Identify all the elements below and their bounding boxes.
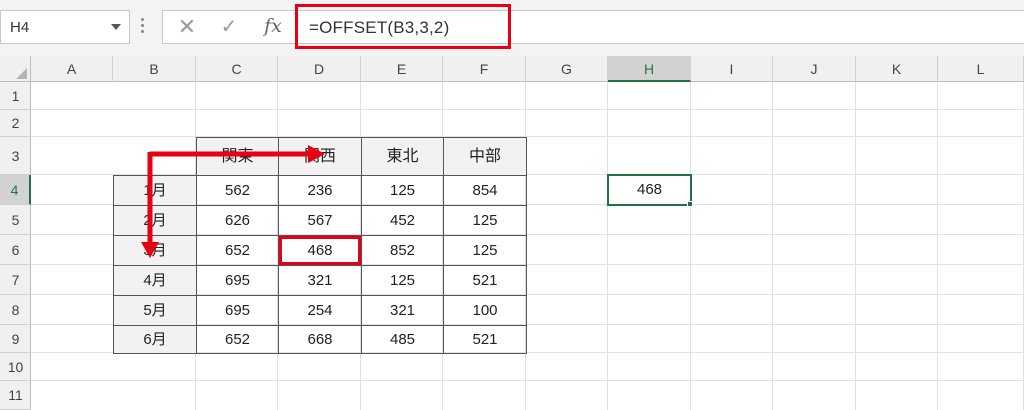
table-value-cell[interactable]: 125	[443, 235, 527, 266]
column-header-a[interactable]: A	[31, 56, 113, 82]
row-header-4[interactable]: 4	[0, 175, 31, 205]
column-header-f[interactable]: F	[443, 56, 526, 82]
column-header-d[interactable]: D	[278, 56, 361, 82]
month-label-cell[interactable]: 1月	[113, 175, 197, 206]
target-cell-highlight	[279, 236, 361, 265]
gridline-vertical	[607, 82, 608, 410]
month-label-cell[interactable]: 3月	[113, 235, 197, 266]
row-header-3[interactable]: 3	[0, 137, 31, 175]
table-value-cell[interactable]: 626	[196, 205, 279, 236]
fill-handle[interactable]	[687, 201, 693, 207]
column-header-i[interactable]: I	[691, 56, 773, 82]
column-header-b[interactable]: B	[113, 56, 196, 82]
table-header-cell[interactable]: 関東	[196, 137, 279, 176]
select-all-icon	[16, 68, 27, 79]
formula-input-area[interactable]	[162, 10, 1024, 44]
table-value-cell[interactable]: 236	[278, 175, 362, 206]
table-value-cell[interactable]: 321	[361, 295, 444, 326]
row-header-11[interactable]: 11	[0, 381, 31, 410]
table-value-cell[interactable]: 521	[443, 265, 527, 296]
month-label-cell[interactable]: 4月	[113, 265, 197, 296]
table-value-cell[interactable]: 452	[361, 205, 444, 236]
table-value-cell[interactable]: 125	[361, 265, 444, 296]
row-header-6[interactable]: 6	[0, 235, 31, 265]
column-header-k[interactable]: K	[856, 56, 938, 82]
table-value-cell[interactable]: 695	[196, 265, 279, 296]
gridline-vertical	[937, 82, 938, 410]
gridline-horizontal	[31, 380, 1024, 381]
table-value-cell[interactable]: 521	[443, 325, 527, 354]
row-header-9[interactable]: 9	[0, 325, 31, 353]
result-value: 468	[636, 181, 663, 198]
row-header-5[interactable]: 5	[0, 205, 31, 235]
row-header-7[interactable]: 7	[0, 265, 31, 295]
formula-bar: H4 ✕ ✓ fx =OFFSET(B3,3,2)	[0, 0, 1024, 56]
check-icon[interactable]: ✓	[218, 14, 240, 40]
table-value-cell[interactable]: 695	[196, 295, 279, 326]
table-value-cell[interactable]: 652	[196, 325, 279, 354]
close-icon[interactable]: ✕	[176, 14, 198, 40]
month-label-cell[interactable]: 5月	[113, 295, 197, 326]
more-options-icon[interactable]	[141, 18, 145, 36]
table-value-cell[interactable]: 254	[278, 295, 362, 326]
table-header-cell[interactable]: 中部	[443, 137, 527, 176]
select-all-button[interactable]	[0, 56, 31, 82]
column-header-j[interactable]: J	[773, 56, 856, 82]
active-cell-h4[interactable]: 468	[607, 174, 692, 206]
table-value-cell[interactable]: 485	[361, 325, 444, 354]
gridline-horizontal	[31, 109, 1024, 110]
table-header-cell[interactable]: 東北	[361, 137, 444, 176]
table-value-cell[interactable]: 562	[196, 175, 279, 206]
table-value-cell[interactable]: 100	[443, 295, 527, 326]
gridline-vertical	[855, 82, 856, 410]
table-value-cell[interactable]: 321	[278, 265, 362, 296]
table-value-cell[interactable]: 125	[443, 205, 527, 236]
column-header-h[interactable]: H	[608, 56, 691, 82]
table-header-cell[interactable]: 関西	[278, 137, 362, 176]
table-value-cell[interactable]: 852	[361, 235, 444, 266]
month-label-cell[interactable]: 2月	[113, 205, 197, 236]
gridline-horizontal	[31, 136, 1024, 137]
name-box[interactable]: H4	[0, 10, 130, 44]
name-box-value: H4	[10, 19, 30, 36]
gridline-vertical	[772, 82, 773, 410]
gridline-vertical	[690, 82, 691, 410]
month-label-cell[interactable]: 6月	[113, 325, 197, 354]
chevron-down-icon[interactable]	[111, 24, 121, 30]
table-value-cell[interactable]: 567	[278, 205, 362, 236]
row-header-10[interactable]: 10	[0, 353, 31, 381]
column-header-g[interactable]: G	[526, 56, 608, 82]
formula-highlight-box	[295, 4, 511, 49]
table-value-cell[interactable]: 652	[196, 235, 279, 266]
table-value-cell[interactable]: 668	[278, 325, 362, 354]
row-header-2[interactable]: 2	[0, 110, 31, 137]
row-header-1[interactable]: 1	[0, 82, 31, 110]
row-headers: 1 2 3 4 5 6 7 8 9 10 11	[0, 82, 31, 410]
table-value-cell[interactable]: 854	[443, 175, 527, 206]
insert-function-icon[interactable]: fx	[258, 12, 288, 40]
table-value-cell[interactable]: 125	[361, 175, 444, 206]
column-header-e[interactable]: E	[361, 56, 443, 82]
column-header-c[interactable]: C	[196, 56, 278, 82]
column-header-l[interactable]: L	[938, 56, 1024, 82]
row-header-8[interactable]: 8	[0, 295, 31, 325]
column-headers: ABCDEFGHIJKL	[0, 56, 1024, 82]
